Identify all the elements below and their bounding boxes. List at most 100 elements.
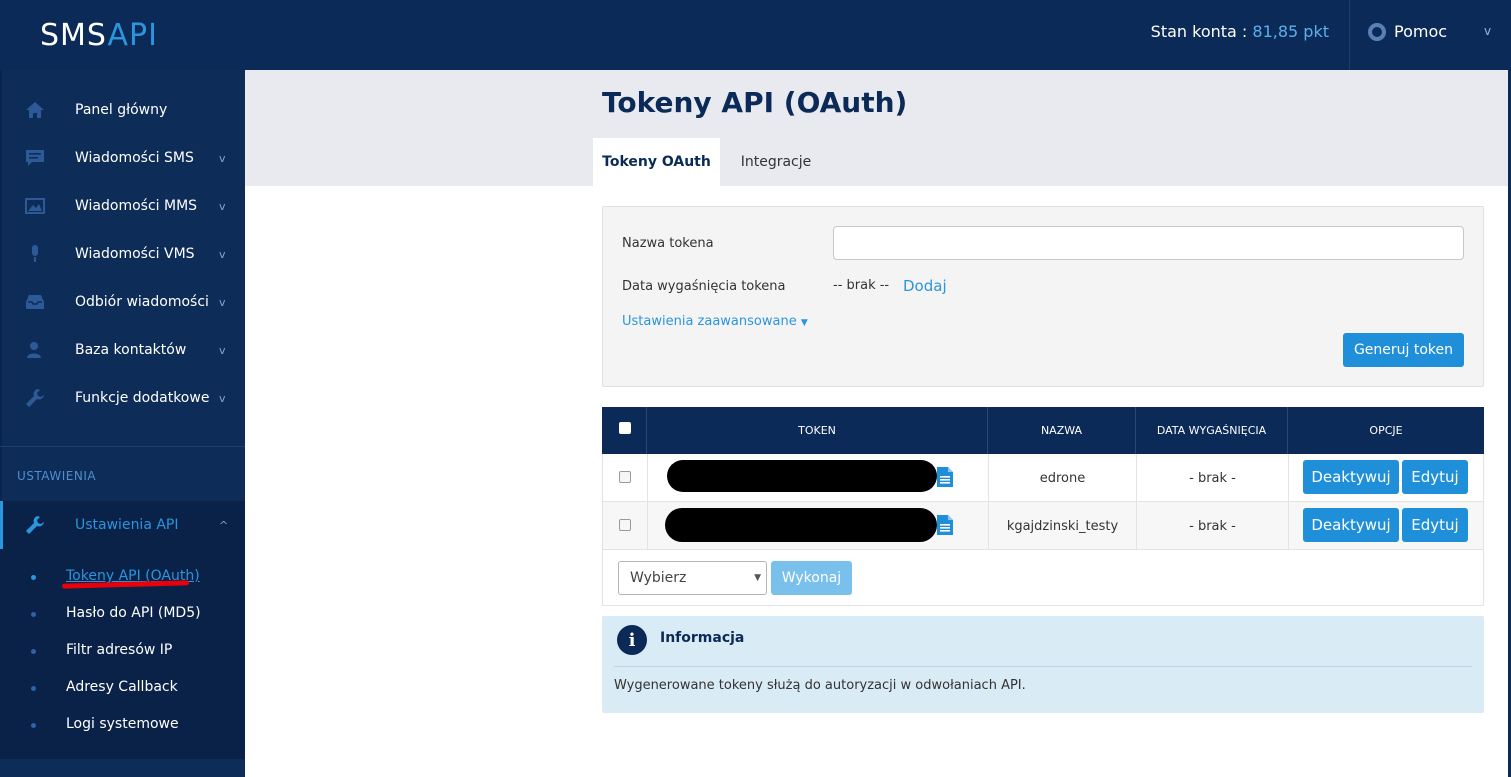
sidebar-divider <box>0 446 245 447</box>
submenu-item-api-password[interactable]: Hasło do API (MD5) <box>66 605 201 621</box>
info-text: Wygenerowane tokeny służą do autoryzacji… <box>614 678 1026 693</box>
token-expiry-cell: - brak - <box>1189 470 1236 486</box>
sidebar-footer <box>0 759 245 777</box>
add-expiry-link[interactable]: Dodaj <box>903 277 947 295</box>
row-checkbox[interactable] <box>619 519 631 531</box>
cell-divider <box>1288 454 1289 502</box>
bulk-action-select[interactable]: Wybierz ▼ <box>618 561 767 595</box>
bullet-icon <box>31 686 36 691</box>
home-icon <box>26 102 44 118</box>
token-name-cell: edrone <box>1039 470 1086 486</box>
wrench-icon <box>26 516 44 534</box>
chevron-down-icon: v <box>219 199 226 213</box>
token-name-label: Nazwa tokena <box>622 236 714 251</box>
inbox-icon <box>26 295 44 309</box>
redacted-token <box>667 460 937 492</box>
logo-sms: SMS <box>40 18 108 53</box>
sidebar-item-label: Baza kontaktów <box>75 342 187 358</box>
expiry-label: Data wygaśnięcia tokena <box>622 279 786 294</box>
image-icon <box>25 198 45 214</box>
cell-divider <box>647 454 648 502</box>
redacted-token <box>665 508 937 542</box>
column-header-options: OPCJE <box>1369 424 1403 437</box>
row-checkbox[interactable] <box>619 471 631 483</box>
bullet-icon <box>31 575 36 580</box>
chevron-up-icon: ^ <box>219 519 229 532</box>
chevron-down-icon: v <box>219 247 226 261</box>
sidebar-item-contacts[interactable]: Baza kontaktów v <box>0 326 245 374</box>
info-title: Informacja <box>660 630 745 646</box>
sidebar-item-api-settings[interactable]: Ustawienia API ^ <box>0 501 245 549</box>
bullet-icon <box>31 723 36 728</box>
advanced-settings-link[interactable]: Ustawienia zaawansowane ▼ <box>622 314 808 329</box>
page-title: Tokeny API (OAuth) <box>602 86 908 119</box>
execute-button[interactable]: Wykonaj <box>771 561 852 595</box>
bullet-icon <box>31 612 36 617</box>
sidebar-item-label: Panel główny <box>75 102 168 118</box>
sidebar-item-mms[interactable]: Wiadomości MMS v <box>0 182 245 230</box>
column-header-token[interactable]: TOKEN <box>647 407 987 454</box>
cell-divider <box>647 502 648 550</box>
balance-value: 81,85 pkt <box>1252 22 1329 41</box>
caret-down-icon: ▼ <box>800 318 808 328</box>
logo-api: API <box>107 18 158 53</box>
submenu-item-ip-filter[interactable]: Filtr adresów IP <box>66 642 172 658</box>
sidebar-item-label: Wiadomości VMS <box>75 246 195 262</box>
sidebar-item-label: Odbiór wiadomości <box>75 294 209 310</box>
balance-label: Stan konta : <box>1150 22 1248 41</box>
sidebar-item-label: Wiadomości MMS <box>75 198 198 214</box>
copy-document-icon[interactable] <box>936 466 954 488</box>
sidebar-item-vms[interactable]: Wiadomości VMS v <box>0 230 245 278</box>
sidebar-section-settings: USTAWIENIA <box>17 469 97 483</box>
sidebar-item-inbox[interactable]: Odbiór wiadomości v <box>0 278 245 326</box>
select-all-checkbox[interactable] <box>619 422 631 434</box>
info-divider <box>614 666 1472 667</box>
copy-document-icon[interactable] <box>936 514 954 536</box>
chevron-down-icon: v <box>219 391 226 405</box>
sidebar-item-label: Wiadomości SMS <box>75 150 194 166</box>
table-row: edrone - brak - Deaktywuj Edytuj <box>602 454 1484 502</box>
account-balance: Stan konta : 81,85 pkt <box>1151 22 1329 41</box>
submenu-item-system-logs[interactable]: Logi systemowe <box>66 716 179 732</box>
table-row: kgajdzinski_testy - brak - Deaktywuj Edy… <box>602 502 1484 550</box>
token-expiry-cell: - brak - <box>1189 518 1236 534</box>
deactivate-button[interactable]: Deaktywuj <box>1303 508 1399 542</box>
contacts-icon <box>27 342 41 358</box>
smsapi-logo[interactable]: SMSAPI <box>40 18 158 53</box>
token-name-cell: kgajdzinski_testy <box>1006 518 1119 534</box>
wrench-icon <box>26 389 44 407</box>
deactivate-button[interactable]: Deaktywuj <box>1303 460 1399 494</box>
chevron-down-icon: v <box>219 151 226 165</box>
info-icon: i <box>617 625 647 655</box>
help-label: Pomoc <box>1394 22 1448 41</box>
cell-divider <box>1288 502 1289 550</box>
chevron-down-icon: v <box>219 295 226 309</box>
topbar-divider <box>1349 0 1350 70</box>
generate-token-button[interactable]: Generuj token <box>1343 333 1464 367</box>
sidebar-item-label: Funkcje dodatkowe <box>75 390 210 406</box>
dropdown-arrow-icon: ▼ <box>754 573 761 583</box>
sidebar-item-dashboard[interactable]: Panel główny <box>0 86 245 134</box>
sidebar-item-label: Ustawienia API <box>75 517 179 533</box>
advanced-settings-label: Ustawienia zaawansowane <box>622 314 797 329</box>
edit-button[interactable]: Edytuj <box>1402 508 1468 542</box>
sidebar-item-extra-functions[interactable]: Funkcje dodatkowe v <box>0 374 245 422</box>
token-name-input[interactable] <box>833 226 1464 260</box>
active-accent <box>0 501 3 549</box>
submenu-item-callback-addresses[interactable]: Adresy Callback <box>66 679 178 695</box>
tokens-table-header: TOKEN NAZWA DATA WYGAŚNIĘCIA OPCJE <box>602 407 1484 454</box>
message-icon <box>26 150 44 166</box>
lifebuoy-icon <box>1368 22 1386 41</box>
column-header-name[interactable]: NAZWA <box>988 407 1135 454</box>
edit-button[interactable]: Edytuj <box>1402 460 1468 494</box>
help-menu[interactable]: Pomoc <box>1368 22 1447 41</box>
sidebar-item-sms[interactable]: Wiadomości SMS v <box>0 134 245 182</box>
chevron-down-icon: v <box>219 343 226 357</box>
column-header-expiry[interactable]: DATA WYGAŚNIĘCIA <box>1136 407 1287 454</box>
chevron-down-icon[interactable]: v <box>1484 24 1491 38</box>
expiry-value: -- brak -- <box>833 278 890 293</box>
tab-oauth-tokens[interactable]: Tokeny OAuth <box>593 138 720 186</box>
tab-integrations[interactable]: Integracje <box>722 138 830 186</box>
bulk-action-selected: Wybierz <box>630 570 687 586</box>
bullet-icon <box>31 649 36 654</box>
